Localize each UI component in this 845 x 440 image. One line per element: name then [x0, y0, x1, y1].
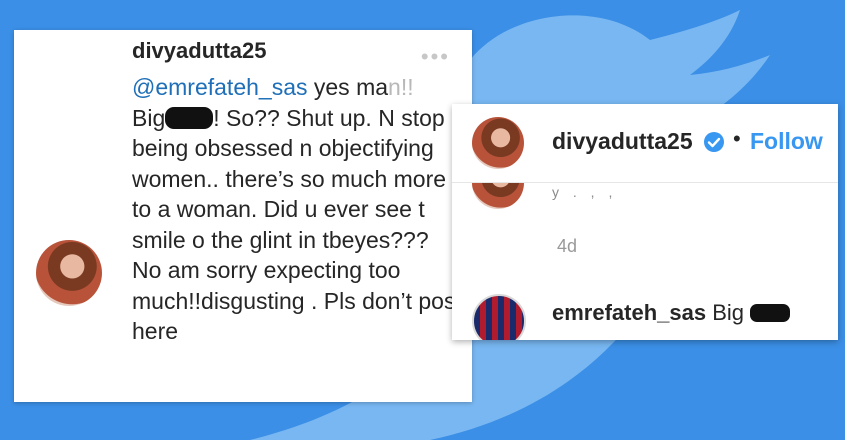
- post-comment-text: Big: [712, 300, 745, 325]
- post-comment: emrefateh_sas Big: [552, 300, 791, 326]
- comment-fragment-faded: n!!: [388, 74, 414, 100]
- redaction-mark: [165, 106, 214, 129]
- post-username[interactable]: divyadutta25: [552, 128, 693, 155]
- mention-link[interactable]: @emrefateh_sas: [132, 74, 308, 100]
- avatar: [472, 183, 524, 209]
- commenter-avatar[interactable]: [472, 294, 526, 340]
- post-timestamp: 4d: [557, 236, 578, 256]
- verified-badge-icon: [704, 132, 724, 152]
- ellipsis-icon[interactable]: •••: [421, 44, 450, 70]
- separator-dot: •: [733, 126, 741, 151]
- comment-fragment: yes ma: [307, 74, 389, 100]
- comment-text: @emrefateh_sas yes man!! Big ! So?? Shut …: [132, 72, 462, 347]
- comment-body: stop being obsessed n objectifying women…: [132, 104, 462, 345]
- follow-button[interactable]: Follow: [750, 128, 823, 155]
- comment-card: divyadutta25 ••• @emrefateh_sas yes man!…: [14, 30, 472, 402]
- comment-fragment: ! So?? Shut up. N: [213, 104, 395, 131]
- avatar[interactable]: [472, 117, 524, 169]
- comment-username[interactable]: divyadutta25: [132, 38, 267, 64]
- redaction-mark: [750, 304, 791, 322]
- post-card: divyadutta25 • Follow y . , , 4d emrefat…: [452, 104, 838, 340]
- comment-fragment: Big: [132, 104, 166, 131]
- avatar[interactable]: [36, 240, 102, 306]
- commenter-username[interactable]: emrefateh_sas: [552, 300, 706, 325]
- post-header: divyadutta25 • Follow: [452, 104, 838, 183]
- cropped-caption: y . , ,: [552, 184, 618, 200]
